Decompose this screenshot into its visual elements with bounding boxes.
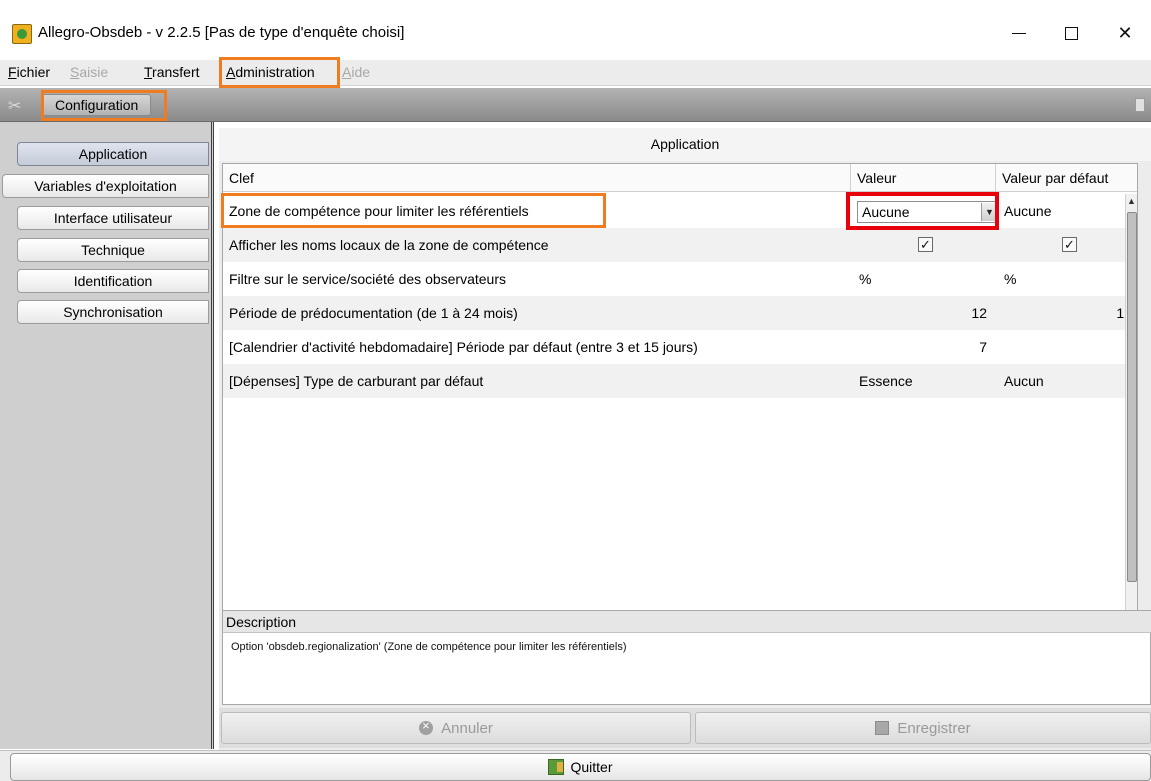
quit-button[interactable]: Quitter xyxy=(10,753,1151,781)
menu-fichier-label: ichier xyxy=(16,64,51,80)
row-key: Afficher les noms locaux de la zone de c… xyxy=(229,237,549,253)
menu-aide[interactable]: Aide xyxy=(342,64,370,80)
quit-button-label: Quitter xyxy=(570,759,613,775)
row-value[interactable]: Essence xyxy=(859,364,913,398)
menu-saisie-label: aisie xyxy=(79,64,109,80)
menu-aide-label: ide xyxy=(351,64,371,80)
tools-icon: ✂ xyxy=(8,98,22,115)
row-default: % xyxy=(1004,271,1017,287)
cancel-button[interactable]: Annuler xyxy=(221,712,691,744)
minimize-icon xyxy=(1012,32,1026,34)
maximize-button[interactable] xyxy=(1048,16,1094,50)
main-panel: Application Clef Valeur Valeur par défau… xyxy=(219,128,1151,750)
scrollbar-thumb[interactable] xyxy=(1127,212,1137,582)
row-key: Zone de compétence pour limiter les réfé… xyxy=(229,203,529,219)
row-default: 7 xyxy=(1004,330,1132,364)
save-button[interactable]: Enregistrer xyxy=(695,712,1151,744)
description-header: Description xyxy=(223,611,1151,633)
sidebar-item-technique[interactable]: Technique xyxy=(17,238,209,262)
menu-saisie[interactable]: Saisie xyxy=(70,64,108,80)
sidebar-item-interface-utilisateur[interactable]: Interface utilisateur xyxy=(17,206,209,230)
cancel-icon xyxy=(419,718,434,735)
description-panel: Description Option 'obsdeb.regionalizati… xyxy=(222,610,1151,705)
row-key: [Dépenses] Type de carburant par défaut xyxy=(229,373,484,389)
sidebar-item-variables-exploitation[interactable]: Variables d'exploitation xyxy=(2,174,209,198)
menu-transfert-mnemonic: T xyxy=(144,64,153,80)
table-row[interactable]: [Calendrier d'activité hebdomadaire] Pér… xyxy=(223,330,1137,364)
settings-table: Clef Valeur Valeur par défaut Zone de co… xyxy=(222,163,1138,635)
row-key: Filtre sur le service/société des observ… xyxy=(229,271,506,287)
row-value[interactable]: 7 xyxy=(859,330,987,364)
table-scrollbar[interactable]: ▲ ▼ xyxy=(1125,194,1137,634)
row-key: [Calendrier d'activité hebdomadaire] Pér… xyxy=(229,339,698,355)
sidebar-item-identification[interactable]: Identification xyxy=(17,269,209,293)
exit-icon xyxy=(548,759,565,775)
regionalization-select[interactable]: Aucune ▼ xyxy=(857,201,999,223)
table-header: Clef Valeur Valeur par défaut xyxy=(223,164,1137,192)
save-icon xyxy=(875,721,890,735)
title-bar: Allegro-Obsdeb - v 2.2.5 [Pas de type d'… xyxy=(0,0,1151,60)
close-button[interactable]: ✕ xyxy=(1102,16,1148,50)
app-icon xyxy=(12,24,32,44)
select-value: Aucune xyxy=(862,204,910,220)
save-button-label: Enregistrer xyxy=(897,719,971,737)
sidebar: Application Variables d'exploitation Int… xyxy=(0,122,214,749)
page-title: Application xyxy=(219,128,1151,161)
column-header-valeur[interactable]: Valeur xyxy=(851,164,996,192)
row-default: Aucun xyxy=(1004,373,1044,389)
table-row[interactable]: Zone de compétence pour limiter les réfé… xyxy=(223,194,1137,228)
row-value[interactable]: % xyxy=(859,262,871,296)
minimize-button[interactable] xyxy=(996,16,1042,50)
description-text: Option 'obsdeb.regionalization' (Zone de… xyxy=(231,641,627,653)
row-value[interactable]: 12 xyxy=(859,296,987,330)
table-row[interactable]: Période de prédocumentation (de 1 à 24 m… xyxy=(223,296,1137,330)
row-key: Période de prédocumentation (de 1 à 24 m… xyxy=(229,305,518,321)
menu-bar: Fichier Saisie Transfert Administration … xyxy=(0,60,1151,86)
help-icon[interactable] xyxy=(1135,98,1145,112)
column-header-clef[interactable]: Clef xyxy=(223,164,851,192)
action-bar: Annuler Enregistrer xyxy=(219,708,1151,748)
maximize-icon xyxy=(1064,26,1078,40)
window-title: Allegro-Obsdeb - v 2.2.5 [Pas de type d'… xyxy=(38,24,405,41)
default-checkbox: ✓ xyxy=(1062,237,1077,252)
configuration-tab[interactable]: Configuration xyxy=(42,94,152,116)
column-header-valeur-par-defaut[interactable]: Valeur par défaut xyxy=(996,164,1137,192)
menu-administration-mnemonic: A xyxy=(226,64,236,80)
value-checkbox[interactable]: ✓ xyxy=(918,237,933,252)
sidebar-item-synchronisation[interactable]: Synchronisation xyxy=(17,300,209,324)
scroll-up-icon[interactable]: ▲ xyxy=(1127,196,1136,206)
footer: Quitter xyxy=(0,750,1151,781)
menu-transfert[interactable]: Transfert xyxy=(144,64,200,80)
menu-administration[interactable]: Administration xyxy=(226,64,315,80)
row-default: Aucune xyxy=(1004,203,1052,219)
sidebar-item-application[interactable]: Application xyxy=(17,142,209,166)
chevron-down-icon[interactable]: ▼ xyxy=(981,203,997,221)
menu-transfert-label: ransfert xyxy=(152,64,200,80)
table-row[interactable]: [Dépenses] Type de carburant par défaut … xyxy=(223,364,1137,398)
table-row[interactable]: Filtre sur le service/société des observ… xyxy=(223,262,1137,296)
close-icon: ✕ xyxy=(1117,22,1133,44)
table-row[interactable]: Afficher les noms locaux de la zone de c… xyxy=(223,228,1137,262)
menu-fichier[interactable]: Fichier xyxy=(8,64,50,80)
cancel-button-label: Annuler xyxy=(441,719,493,737)
menu-aide-mnemonic: A xyxy=(342,64,352,80)
configuration-toolbar: ✂ Configuration xyxy=(0,88,1151,122)
row-default: 12 xyxy=(1004,296,1132,330)
menu-administration-label: dministration xyxy=(235,64,315,80)
menu-saisie-mnemonic: S xyxy=(70,64,80,80)
menu-fichier-mnemonic: F xyxy=(8,64,17,80)
